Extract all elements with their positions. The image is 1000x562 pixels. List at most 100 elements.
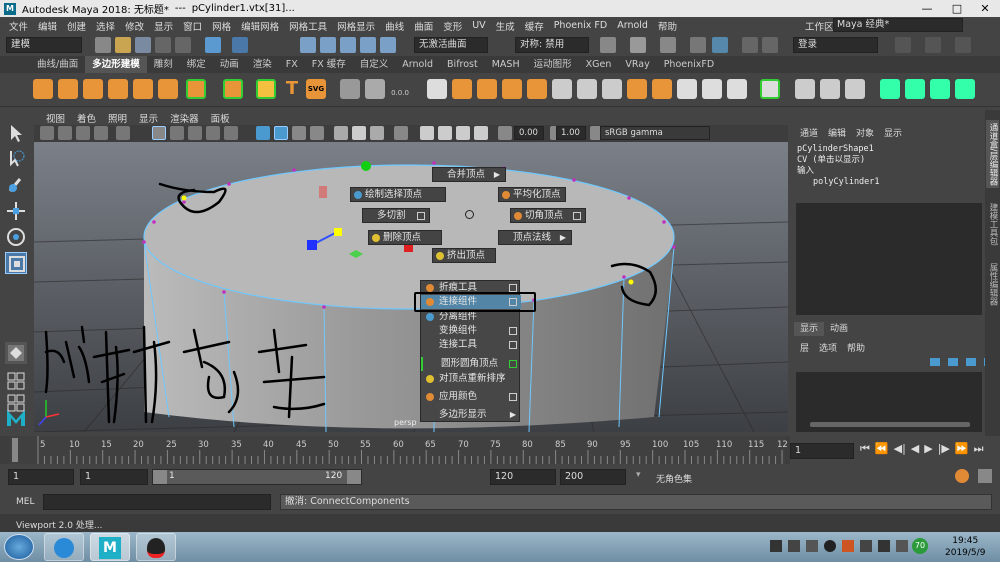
play-backwards-icon[interactable]: ◀ [911,442,919,456]
channel-box-icon[interactable] [955,37,971,53]
render-settings-icon[interactable] [660,37,676,53]
redo-icon[interactable] [175,37,191,53]
select-by-hierarchy-icon[interactable] [205,37,221,53]
hypershade-icon[interactable] [690,37,706,53]
grid-toggle-icon[interactable] [152,126,166,140]
menu-windows[interactable]: 窗口 [178,19,207,33]
poly-cone-icon[interactable] [108,79,128,99]
menu-file[interactable]: 文件 [4,19,33,33]
isolate-select-icon[interactable] [394,126,408,140]
tray-qq-icon[interactable] [824,540,836,552]
scale-tool-icon[interactable] [5,252,27,274]
svg-icon[interactable]: SVG [306,79,326,99]
viewport-persp[interactable]: 合并顶点 ▶ 绘制选择顶点 平均化顶点 多切割 切角顶点 删除顶点 顶点法线 ▶… [34,142,788,432]
current-time-marker[interactable] [12,438,18,462]
menu-generate[interactable]: 生成 [491,19,520,33]
camera-attr-icon[interactable] [40,126,54,140]
layer-move-down-icon[interactable] [948,358,958,366]
tray-volume-icon[interactable] [878,540,890,552]
mm-merge-vertices[interactable]: 合并顶点 ▶ [432,167,506,182]
mm-delete-vertex[interactable]: 删除顶点 [368,230,442,245]
cb-menu-channels[interactable]: 通道 [800,126,818,139]
command-input[interactable] [43,494,271,510]
use-all-lights-icon[interactable] [352,126,366,140]
2d-pan-zoom-icon[interactable] [94,126,108,140]
mode-dropdown[interactable]: 建模 [6,37,82,53]
single-view-layout-icon[interactable] [5,342,27,364]
shelf-tab-fx-cache[interactable]: FX 缓存 [305,56,353,73]
cb-poly-node[interactable]: polyCylinder1 [797,177,880,188]
menu-surfaces[interactable]: 曲面 [409,19,438,33]
ctx-poly-display[interactable]: 多边形显示 ▶ [421,408,521,422]
move-tool-icon[interactable] [5,200,27,222]
tray-icon[interactable] [806,540,818,552]
range-end-field[interactable]: 120 [490,469,556,485]
end-time-field[interactable]: 200 [560,469,626,485]
wireframe-on-shaded-icon[interactable] [292,126,306,140]
mm-paint-select-vertices[interactable]: 绘制选择顶点 [350,187,446,202]
bridge-icon[interactable] [577,79,597,99]
ipr-render-icon[interactable] [630,37,646,53]
start-button-icon[interactable] [4,534,34,560]
range-start-field[interactable]: 1 [80,469,148,485]
menu-edit[interactable]: 编辑 [33,19,62,33]
shelf-tab-xgen[interactable]: XGen [579,56,619,73]
ctx-detach-components[interactable]: 分离组件 [421,310,521,324]
mm-average-vertices[interactable]: 平均化顶点 [498,187,566,202]
auto-key-icon[interactable] [978,469,992,483]
motion-blur-icon[interactable] [438,126,452,140]
ctx-apply-color[interactable]: 应用颜色 [421,390,521,404]
menu-modify[interactable]: 修改 [120,19,149,33]
character-set-dropdown-arrow[interactable]: ▾ [636,470,641,480]
taskbar-clock[interactable]: 19:45 2019/5/9 [945,535,985,559]
poly-sphere-icon[interactable] [33,79,53,99]
start-time-field[interactable]: 1 [8,469,74,485]
range-slider[interactable]: 1 120 [152,469,362,485]
four-view-layout-icon[interactable] [5,370,27,392]
poly-torus-icon[interactable] [133,79,153,99]
taskbar-maya-icon[interactable]: M [90,533,130,561]
layer-menu-options[interactable]: 选项 [819,341,837,354]
workspace-dropdown[interactable]: Maya 经典* [833,18,963,32]
symmetry-dropdown[interactable]: 对称: 禁用 [515,37,589,53]
ctx-circularize[interactable]: 圆形圆角顶点 [421,357,521,371]
ctx-connect-tool[interactable]: 连接工具 [421,338,521,352]
panel-menu-renderer[interactable]: 渲染器 [164,111,205,125]
xray-icon[interactable] [310,126,324,140]
step-back-frame-icon[interactable]: ◀| [894,442,906,456]
menu-mesh[interactable]: 网格 [207,19,236,33]
ctx-transform-components[interactable]: 变换组件 [421,324,521,338]
options-box-icon[interactable] [509,393,517,401]
tray-360-icon[interactable]: 70 [912,538,928,554]
exposure-icon[interactable] [498,126,512,140]
append-polygon-icon[interactable] [702,79,722,99]
panel-menu-show[interactable]: 显示 [133,111,164,125]
insert-edge-loop-icon[interactable] [727,79,747,99]
poly-select-icon[interactable] [340,79,360,99]
snap-point-icon[interactable] [340,37,356,53]
auto-map-icon[interactable] [930,79,950,99]
live-surface-field[interactable]: 无激活曲面 [414,37,488,53]
render-view-icon[interactable] [712,37,728,53]
type-text-icon[interactable]: T [282,79,302,99]
poly-disc-icon[interactable] [186,79,206,99]
side-tab-channelbox[interactable]: 通道盒/层编辑器 [986,120,999,189]
smooth-shade-icon[interactable] [274,126,288,140]
snap-surface-icon[interactable] [380,37,396,53]
layer-menu-help[interactable]: 帮助 [847,341,865,354]
side-tab-attribute-editor[interactable]: 属性编辑器 [986,260,999,309]
undo-icon[interactable] [155,37,171,53]
sculpt-icon[interactable] [365,79,385,99]
film-gate-icon[interactable] [170,126,184,140]
snap-value-icon[interactable]: 0.0.0 [390,79,410,99]
ambient-occlusion-icon[interactable] [420,126,434,140]
selected-vertex-right[interactable] [628,279,634,285]
menu-cache[interactable]: 缓存 [520,19,549,33]
cb-menu-show[interactable]: 显示 [884,126,902,139]
shelf-tab-custom[interactable]: 自定义 [353,56,396,73]
menu-display[interactable]: 显示 [149,19,178,33]
triangulate-icon[interactable] [652,79,672,99]
character-set-label[interactable]: 无角色集 [656,472,692,485]
cb-shape-name[interactable]: pCylinderShape1 [797,144,880,155]
poly-plane-icon[interactable] [158,79,178,99]
